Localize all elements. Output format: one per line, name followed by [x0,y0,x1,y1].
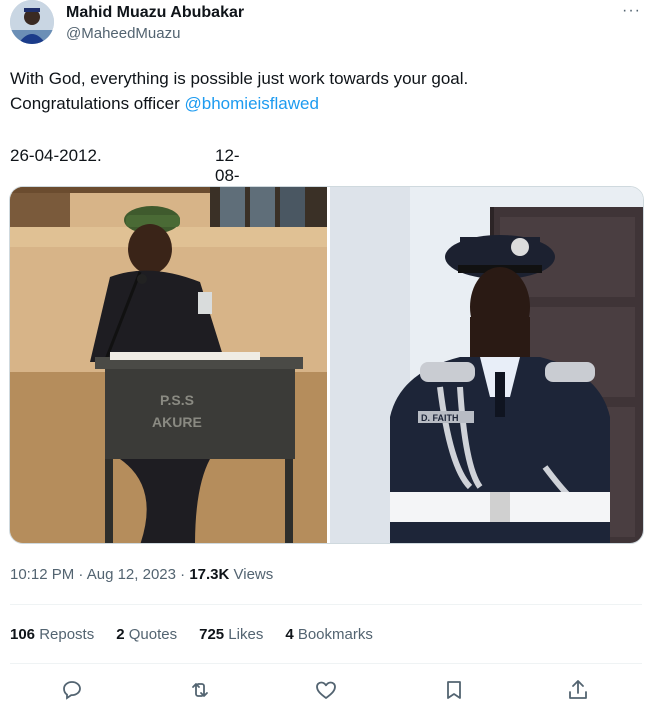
photo-police-officer[interactable]: D. FAITH [330,187,644,544]
meta-separator-2: · [175,566,190,583]
tweet-meta: 10:12 PM · Aug 12, 2023 · 17.3K Views [10,566,273,583]
reposts-stat[interactable]: 106 Reposts [10,626,94,643]
tweet-dates: 26-04-2012. 12-08-2023 [10,146,253,205]
views-count: 17.3K [189,566,230,583]
likes-count: 725 [199,626,225,643]
reposts-count: 106 [10,626,36,643]
quotes-count: 2 [116,626,125,643]
bookmarks-label: Bookmarks [293,626,373,643]
bookmark-icon[interactable] [442,678,466,702]
quotes-label: Quotes [124,626,178,643]
tweet-date[interactable]: Aug 12, 2023 [87,566,176,583]
author-name[interactable]: Mahid Muazu Abubakar [66,4,244,22]
tweet-time[interactable]: 10:12 PM [10,566,74,583]
desk-text-pss: P.S.S [160,392,194,408]
author-avatar[interactable] [10,0,54,44]
likes-stat[interactable]: 725 Likes [199,626,263,643]
tweet-text: With God, everything is possible just wo… [10,66,640,116]
avatar-image [10,0,54,44]
divider-bottom [10,663,642,664]
bookmarks-count: 4 [285,626,294,643]
desk-text-akure: AKURE [152,414,202,430]
share-icon[interactable] [566,678,590,702]
date-left: 26-04-2012. [10,146,102,165]
quotes-stat[interactable]: 2 Quotes [116,626,177,643]
reply-icon[interactable] [60,678,84,702]
engagement-stats: 106 Reposts 2 Quotes 725 Likes 4 Bookmar… [10,626,395,643]
views-label: Views [229,566,274,583]
divider-top [10,604,642,605]
name-badge-text: D. FAITH [421,413,459,423]
like-icon[interactable] [314,678,338,702]
tweet-line-2: Congratulations officer @bhomieisflawed [10,91,640,116]
tweet-line-2-prefix: Congratulations officer [10,94,185,113]
action-bar [0,676,652,702]
tweet-media[interactable]: P.S.S AKURE D. FAITH [9,186,644,544]
author-handle[interactable]: @MaheedMuazu [66,25,180,42]
mention-link[interactable]: @bhomieisflawed [185,94,319,113]
likes-label: Likes [224,626,264,643]
bookmarks-stat[interactable]: 4 Bookmarks [285,626,373,643]
repost-icon[interactable] [188,678,212,702]
reposts-label: Reposts [35,626,95,643]
more-options-button[interactable]: ··· [622,2,641,20]
photo-student-at-desk[interactable]: P.S.S AKURE [10,187,327,544]
tweet-line-1: With God, everything is possible just wo… [10,69,469,88]
meta-separator-1: · [74,566,87,583]
